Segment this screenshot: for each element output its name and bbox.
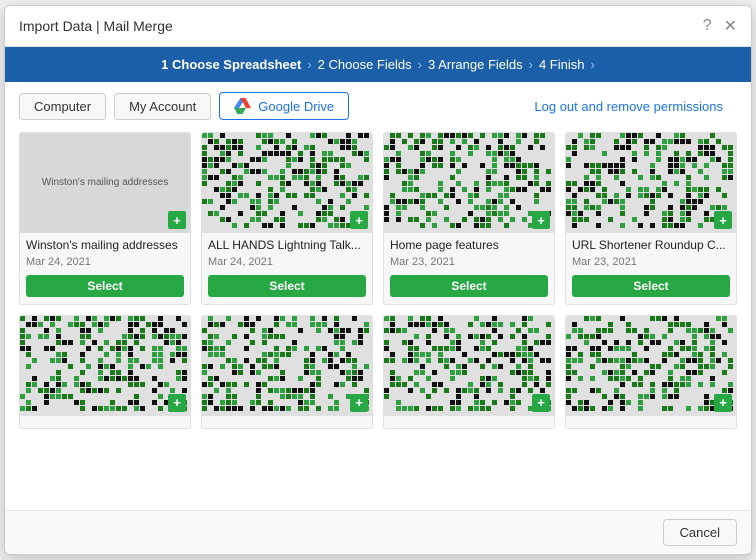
file-info-3: Home page features Mar 23, 2021: [384, 233, 554, 275]
file-name-3: Home page features: [390, 238, 548, 254]
file-card-4: + URL Shortener Roundup C... Mar 23, 2021 S…: [565, 132, 737, 305]
step-3-label: 3 Arrange Fields: [428, 57, 523, 72]
file-card-3: + Home page features Mar 23, 2021 Select: [383, 132, 555, 305]
file-date-2: Mar 24, 2021: [208, 256, 366, 268]
file-thumbnail-7: +: [384, 316, 554, 416]
title-bar: Import Data | Mail Merge ? ✕: [5, 6, 751, 47]
cancel-button[interactable]: Cancel: [663, 519, 737, 546]
file-info-2: ALL HANDS Lightning Talk... Mar 24, 2021: [202, 233, 372, 275]
title-bar-icons: ? ✕: [703, 16, 737, 36]
step-arrow-3: ›: [529, 57, 533, 72]
file-thumbnail-2: +: [202, 133, 372, 233]
file-info-1: Winston's mailing addresses Mar 24, 2021: [20, 233, 190, 275]
add-spreadsheet-icon-7: +: [532, 394, 550, 412]
google-drive-button[interactable]: Google Drive: [219, 92, 349, 120]
google-drive-icon: [234, 98, 252, 114]
file-thumbnail-4: +: [566, 133, 736, 233]
file-name-4: URL Shortener Roundup C...: [572, 238, 730, 254]
add-spreadsheet-icon-8: +: [714, 394, 732, 412]
step-arrow-2: ›: [418, 57, 422, 72]
step-arrow-1: ›: [307, 57, 311, 72]
steps-bar: 1 Choose Spreadsheet › 2 Choose Fields ›…: [5, 47, 751, 82]
file-date-3: Mar 23, 2021: [390, 256, 548, 268]
file-name-1: Winston's mailing addresses: [26, 238, 184, 254]
file-thumbnail-1: Winston's mailing addresses +: [20, 133, 190, 233]
step-1[interactable]: 1 Choose Spreadsheet: [161, 57, 301, 72]
log-out-link[interactable]: Log out and remove permissions: [520, 99, 737, 114]
file-thumbnail-3: +: [384, 133, 554, 233]
step-4[interactable]: 4 Finish: [539, 57, 585, 72]
add-spreadsheet-icon-3: +: [532, 211, 550, 229]
select-button-3[interactable]: Select: [390, 275, 548, 297]
step-arrow-4: ›: [591, 57, 595, 72]
help-icon[interactable]: ?: [703, 17, 712, 35]
step-4-label: 4 Finish: [539, 57, 585, 72]
file-card-7: +: [383, 315, 555, 429]
step-1-label: 1 Choose Spreadsheet: [161, 57, 301, 72]
dialog-footer: Cancel: [5, 510, 751, 554]
file-name-2: ALL HANDS Lightning Talk...: [208, 238, 366, 254]
select-button-2[interactable]: Select: [208, 275, 366, 297]
step-2-label: 2 Choose Fields: [318, 57, 412, 72]
add-spreadsheet-icon-4: +: [714, 211, 732, 229]
file-card-5: +: [19, 315, 191, 429]
file-thumbnail-6: +: [202, 316, 372, 416]
computer-button[interactable]: Computer: [19, 93, 106, 120]
add-spreadsheet-icon-5: +: [168, 394, 186, 412]
import-dialog: Import Data | Mail Merge ? ✕ 1 Choose Sp…: [4, 5, 752, 555]
file-date-4: Mar 23, 2021: [572, 256, 730, 268]
file-date-1: Mar 24, 2021: [26, 256, 184, 268]
file-card-2: + ALL HANDS Lightning Talk... Mar 24, 2021…: [201, 132, 373, 305]
file-info-4: URL Shortener Roundup C... Mar 23, 2021: [566, 233, 736, 275]
source-row: Computer My Account Google Drive Log out…: [5, 82, 751, 124]
file-card-8: +: [565, 315, 737, 429]
files-grid: Winston's mailing addresses+Winston's ma…: [5, 124, 751, 510]
add-spreadsheet-icon-2: +: [350, 211, 368, 229]
my-account-button[interactable]: My Account: [114, 93, 211, 120]
file-card-1: Winston's mailing addresses+Winston's ma…: [19, 132, 191, 305]
file-thumbnail-8: +: [566, 316, 736, 416]
select-button-4[interactable]: Select: [572, 275, 730, 297]
select-button-1[interactable]: Select: [26, 275, 184, 297]
close-icon[interactable]: ✕: [724, 16, 737, 36]
add-spreadsheet-icon-1: +: [168, 211, 186, 229]
add-spreadsheet-icon-6: +: [350, 394, 368, 412]
file-thumb-text: Winston's mailing addresses: [36, 170, 174, 196]
file-card-6: +: [201, 315, 373, 429]
step-3[interactable]: 3 Arrange Fields: [428, 57, 523, 72]
google-drive-label: Google Drive: [258, 99, 334, 114]
step-2[interactable]: 2 Choose Fields: [318, 57, 412, 72]
file-thumbnail-5: +: [20, 316, 190, 416]
dialog-title: Import Data | Mail Merge: [19, 18, 173, 34]
